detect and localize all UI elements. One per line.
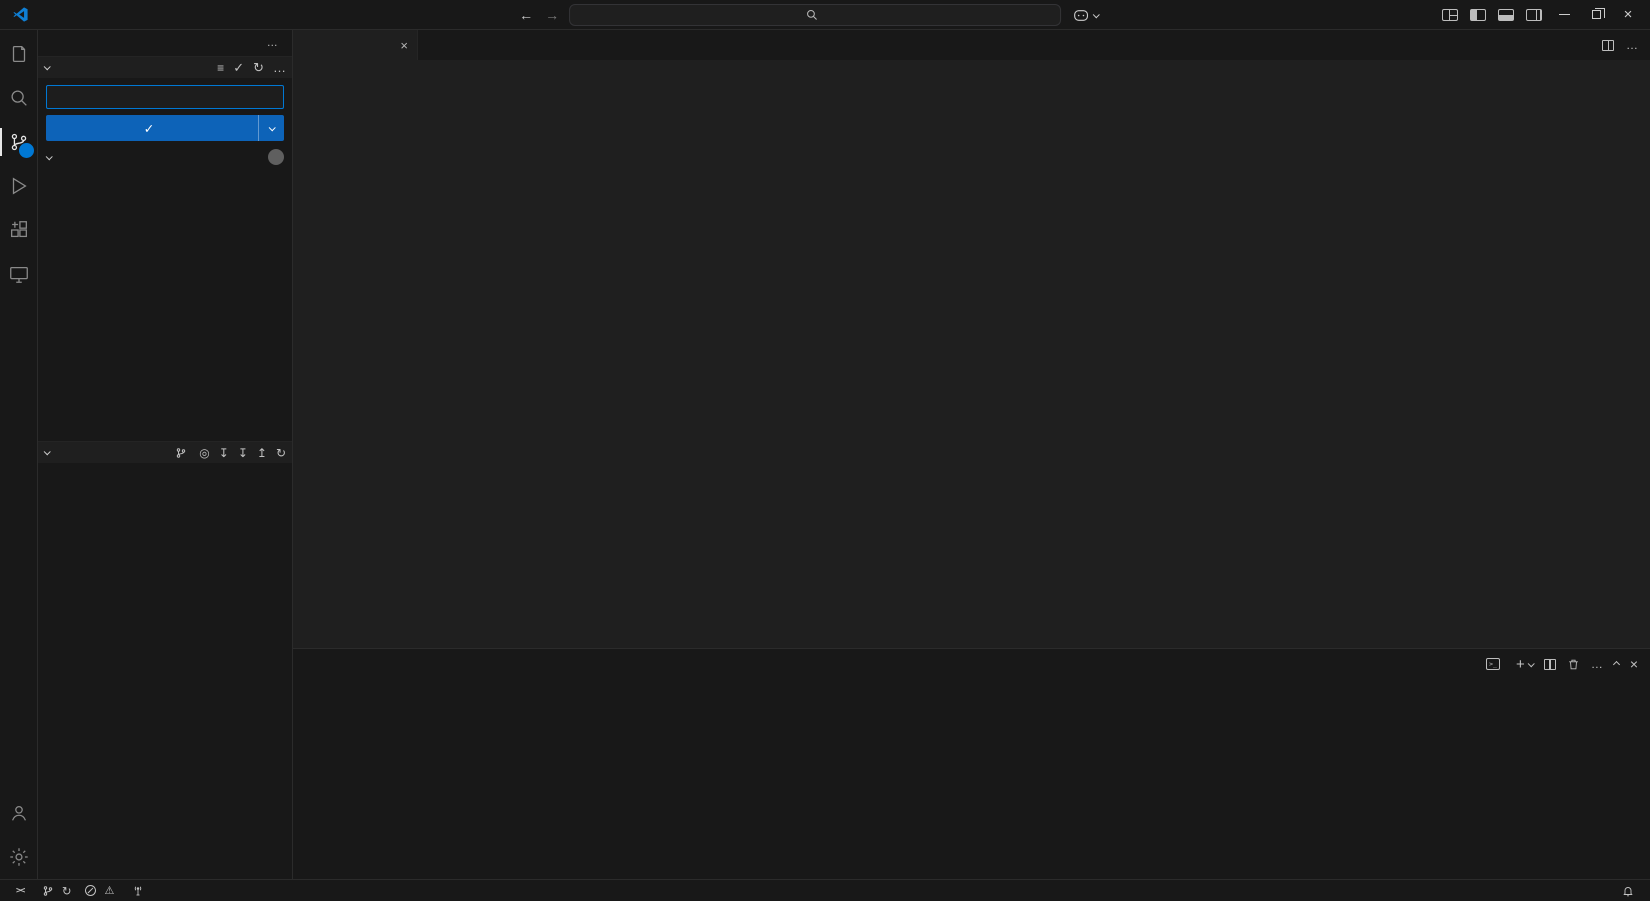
new-terminal-button[interactable]: + [1516,657,1533,672]
code-editor[interactable] [293,80,1650,648]
refresh-icon[interactable]: ↻ [276,446,286,460]
chevron-down-icon [44,448,51,455]
close-icon[interactable]: × [400,38,408,53]
commit-message-input[interactable] [46,85,284,109]
accounts-icon[interactable] [0,791,38,835]
view-as-list-icon[interactable]: ≡ [217,61,224,75]
settings-gear-icon[interactable] [0,835,38,879]
tab-app-jsx[interactable]: × [293,30,418,60]
radio-tower-icon [132,885,144,897]
terminal-profile[interactable]: >_ [1486,658,1505,670]
auto-repo-toggle[interactable] [175,447,190,459]
customize-layout-icon[interactable] [1442,9,1458,21]
chevron-down-icon [44,63,51,70]
toggle-secondary-sidebar-icon[interactable] [1526,9,1542,21]
breadcrumb [293,60,1650,80]
copilot-icon [1073,9,1089,22]
copilot-menu[interactable] [1073,9,1098,22]
extensions-icon[interactable] [0,208,38,252]
toggle-panel-icon[interactable] [1498,9,1514,21]
kill-terminal-trash-icon[interactable] [1567,658,1580,671]
target-icon[interactable]: ◎ [199,446,209,460]
terminal-icon: >_ [1486,658,1500,670]
branch-indicator[interactable]: ↻ [36,880,78,901]
history-back-icon[interactable]: ← [517,7,535,23]
editor-tab-bar: × … [293,30,1650,60]
maximize-panel-icon[interactable] [1613,660,1620,667]
split-terminal-icon[interactable] [1544,659,1556,670]
ports-indicator[interactable] [126,880,154,901]
more-actions-icon[interactable]: … [1626,38,1638,52]
remote-indicator[interactable]: >< [10,880,34,901]
more-actions-icon[interactable]: … [1591,657,1603,671]
close-panel-icon[interactable]: × [1630,656,1638,672]
explorer-icon[interactable] [0,32,38,76]
source-control-sidebar: … ≡ ✓ ↻ … ✓ [38,30,293,879]
sidebar-title: … [38,30,292,56]
source-control-icon[interactable] [0,120,38,164]
commit-dropdown[interactable] [258,115,284,141]
remote-explorer-icon[interactable] [0,252,38,296]
search-icon [806,9,818,21]
remote-icon: >< [16,886,24,896]
commit-check-icon[interactable]: ✓ [233,60,244,76]
command-center-search[interactable] [569,4,1061,26]
branch-icon [42,885,54,897]
bottom-panel: >_ + … × [293,648,1650,879]
sync-icon: ↻ [62,884,72,898]
fetch-icon[interactable]: ↧ [219,446,229,460]
warning-icon: ⚠ [104,884,114,897]
chevron-down-icon [1093,11,1100,18]
check-icon: ✓ [144,121,154,136]
chevron-down-icon [46,153,53,160]
terminal-output[interactable] [293,679,1650,879]
close-button[interactable]: × [1614,1,1642,29]
refresh-icon[interactable]: ↻ [253,60,264,76]
changes-count-badge [268,149,284,165]
vscode-logo-icon [12,6,29,23]
graph-section-header[interactable]: ◎ ↧ ↧ ↥ ↻ [38,441,292,463]
commit-graph [38,463,292,879]
minimize-button[interactable] [1550,1,1578,29]
scm-badge [19,143,34,158]
search-icon[interactable] [0,76,38,120]
push-icon[interactable]: ↥ [257,446,267,460]
history-forward-icon[interactable]: → [543,7,561,23]
split-editor-icon[interactable] [1602,40,1614,51]
toggle-primary-sidebar-icon[interactable] [1470,9,1486,21]
more-actions-icon[interactable]: … [273,60,286,75]
notifications-bell-icon[interactable] [1616,885,1640,897]
changed-file-row[interactable] [38,167,292,187]
changes-section-header[interactable]: ≡ ✓ ↻ … [38,56,292,78]
pull-icon[interactable]: ↧ [238,446,248,460]
changes-tree-item[interactable] [38,147,292,167]
run-debug-icon[interactable] [0,164,38,208]
status-bar: >< ↻ ⚠ [0,879,1650,901]
problems-indicator[interactable]: ⚠ [79,880,124,901]
error-icon [85,885,96,896]
activity-bar [0,30,38,879]
title-bar: ← → × [0,0,1650,30]
commit-button[interactable]: ✓ [46,115,284,141]
more-actions-icon[interactable]: … [267,37,278,49]
branch-icon [175,447,187,459]
restore-button[interactable] [1582,1,1610,29]
